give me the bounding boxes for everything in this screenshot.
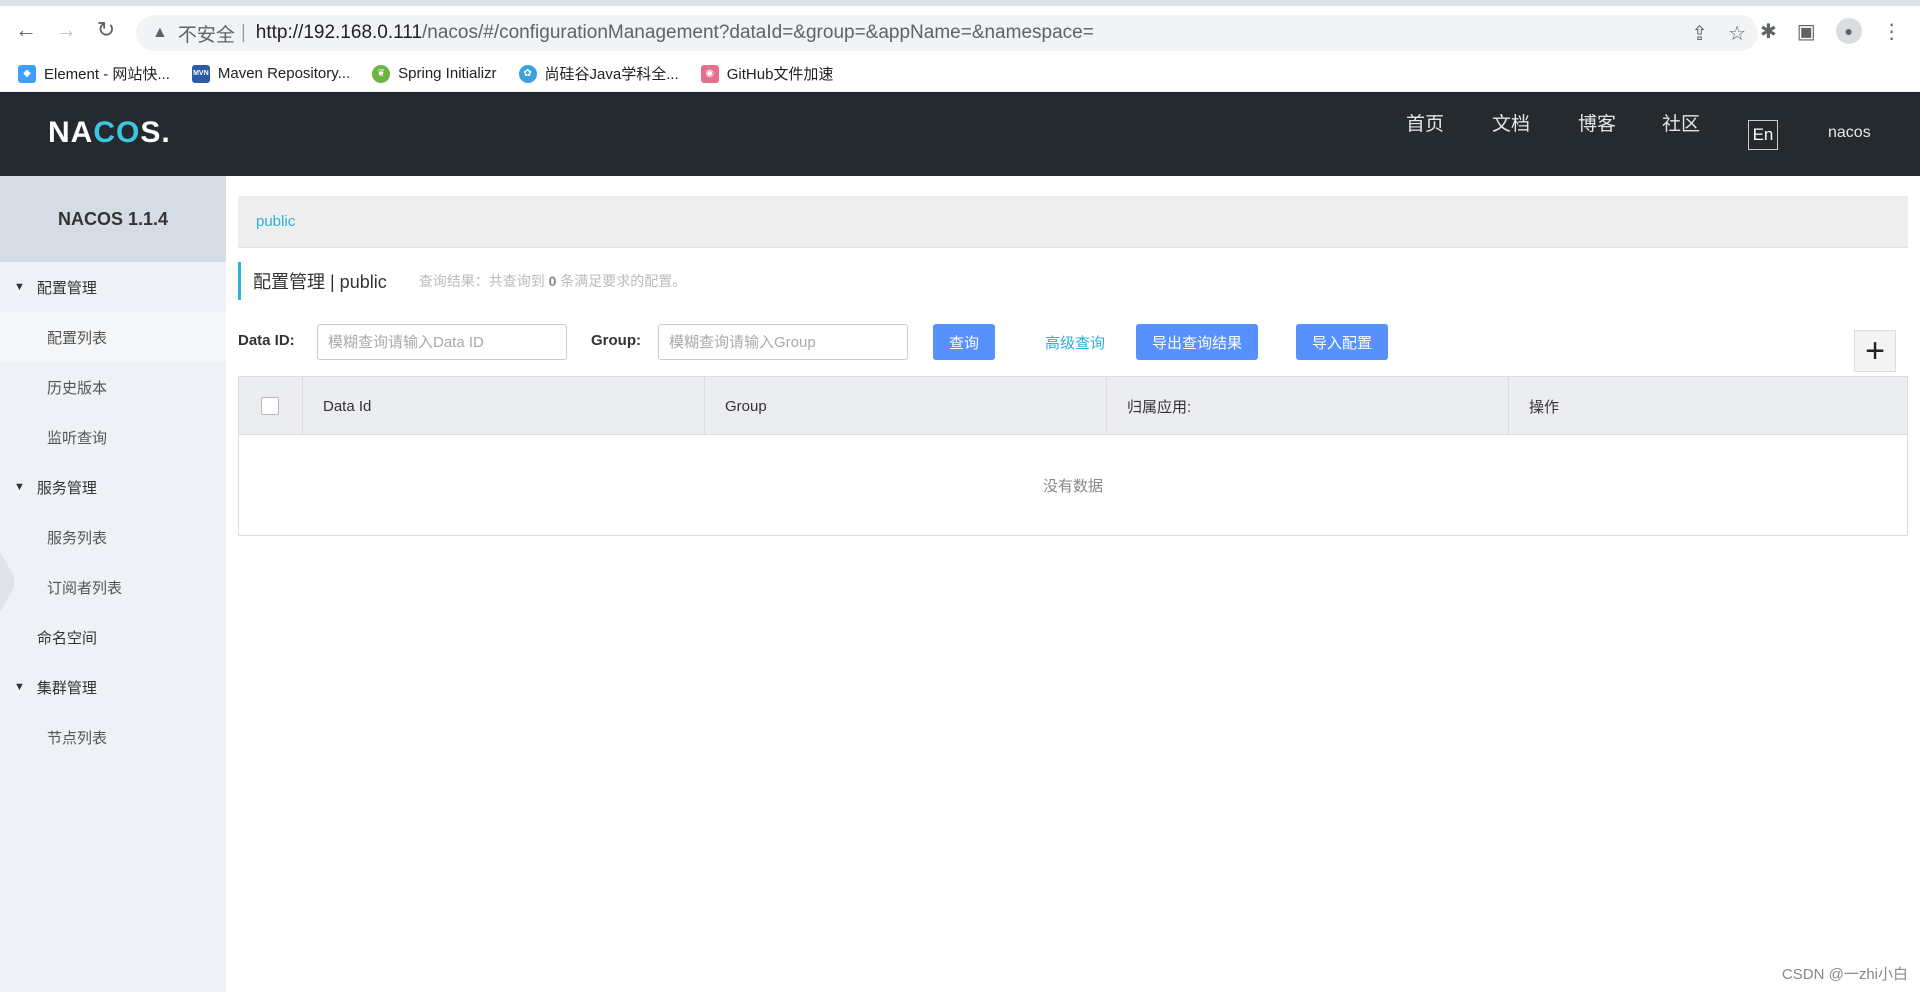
insecure-label: 不安全 [177, 24, 235, 46]
nav-blog[interactable]: 博客 [1578, 109, 1616, 136]
import-config-button[interactable]: 导入配置 [1296, 324, 1389, 360]
empty-state: 没有数据 [1042, 477, 1103, 495]
bookmarks-bar: ◆ Element - 网站快... MVN Maven Repository.… [0, 56, 1920, 92]
star-icon[interactable]: ☆ [1728, 21, 1746, 46]
query-summary: 查询结果：共查询到 0 条满足要求的配置。 [418, 273, 687, 289]
data-id-label: Data ID: [238, 332, 295, 349]
github-accel-logo-icon: ◉ [700, 64, 719, 83]
namespace-bar: public [238, 196, 1908, 248]
page-title: 配置管理 | public [253, 272, 387, 292]
main-content: public 配置管理 | public 查询结果：共查询到 0 条满足要求的配… [238, 196, 1908, 536]
advanced-query-link[interactable]: 高级查询 [1045, 332, 1105, 353]
url-host: http://192.168.0.111 [255, 22, 423, 43]
namespace-link-public[interactable]: public [256, 213, 295, 230]
sidebar-item-listener[interactable]: 监听查询 [0, 412, 226, 462]
bookmark-spring[interactable]: ❦ Spring Initializr [372, 64, 497, 83]
config-table: Data Id Group 归属应用: 操作 没有数据 [238, 376, 1908, 536]
sidebar: NACOS 1.1.4 ▼ 配置管理 配置列表 历史版本 监听查询 ▼ 服务管理… [0, 176, 226, 992]
user-name[interactable]: nacos [1828, 124, 1871, 142]
url-path: /nacos/#/configurationManagement?dataId=… [422, 22, 1094, 43]
column-app[interactable]: 归属应用: [1107, 377, 1509, 435]
bookmark-github[interactable]: ◉ GitHub文件加速 [700, 63, 833, 84]
plus-icon: + [1865, 331, 1885, 370]
menu-kebab-icon[interactable]: ⋮ [1882, 19, 1902, 44]
element-logo-icon: ◆ [18, 64, 36, 83]
warning-icon: ▲ [152, 24, 168, 41]
reload-icon[interactable]: ↻ [92, 16, 120, 44]
sidebar-item-history[interactable]: 历史版本 [0, 362, 226, 412]
sidebar-item-subscribers[interactable]: 订阅者列表 [0, 562, 226, 612]
sidebar-group-cluster[interactable]: ▼ 集群管理 [0, 662, 226, 712]
column-data-id[interactable]: Data Id [303, 377, 705, 435]
bookmark-atguigu[interactable]: ✿ 尚硅谷Java学科全... [518, 63, 679, 84]
caret-down-icon: ▼ [14, 281, 25, 293]
extensions-icon[interactable]: ✱ [1760, 19, 1777, 44]
table-header: Data Id Group 归属应用: 操作 [239, 377, 1907, 435]
bookmark-maven[interactable]: MVN Maven Repository... [191, 64, 350, 83]
caret-down-icon: ▼ [14, 681, 25, 693]
maven-logo-icon: MVN [191, 64, 210, 83]
sidebar-item-nodes[interactable]: 节点列表 [0, 712, 226, 762]
search-row: Data ID: Group: 查询 高级查询 导出查询结果 导入配置 + [238, 322, 1908, 372]
add-config-button[interactable]: + [1854, 330, 1896, 372]
profile-avatar[interactable]: ● [1835, 18, 1862, 44]
spring-logo-icon: ❦ [372, 64, 391, 83]
forward-icon[interactable]: → [52, 16, 80, 44]
sidebar-group-service[interactable]: ▼ 服务管理 [0, 462, 226, 512]
data-id-input[interactable] [317, 324, 567, 360]
group-input[interactable] [658, 324, 908, 360]
caret-down-icon: ▼ [14, 481, 25, 493]
language-toggle-button[interactable]: En [1748, 120, 1778, 150]
side-panel-icon[interactable]: ▣ [1797, 19, 1816, 44]
browser-toolbar: ← → ↻ ▲ 不安全 | http://192.168.0.111/nacos… [0, 0, 1920, 56]
page-header: 配置管理 | public 查询结果：共查询到 0 条满足要求的配置。 [238, 262, 1908, 300]
nav-docs[interactable]: 文档 [1492, 109, 1530, 136]
address-bar[interactable]: ▲ 不安全 | http://192.168.0.111/nacos/#/con… [136, 15, 1758, 51]
nacos-logo[interactable]: NACOS. [48, 116, 171, 150]
export-results-button[interactable]: 导出查询结果 [1136, 324, 1259, 360]
nav-home[interactable]: 首页 [1406, 109, 1444, 136]
watermark: CSDN @一zhi小白 [1781, 966, 1908, 983]
select-all-checkbox[interactable] [261, 397, 279, 415]
nacos-header: NACOS. 首页 文档 博客 社区 En nacos [0, 92, 1920, 176]
query-button[interactable]: 查询 [933, 324, 996, 360]
group-label: Group: [591, 332, 641, 349]
nav-community[interactable]: 社区 [1662, 109, 1700, 136]
bookmark-element[interactable]: ◆ Element - 网站快... [18, 63, 170, 84]
select-all-cell [239, 377, 303, 435]
atguigu-logo-icon: ✿ [518, 64, 537, 83]
sidebar-group-config[interactable]: ▼ 配置管理 [0, 262, 226, 312]
sidebar-item-namespace[interactable]: 命名空间 [0, 612, 226, 662]
sidebar-item-config-list[interactable]: 配置列表 [0, 312, 226, 362]
column-group[interactable]: Group [705, 377, 1107, 435]
back-icon[interactable]: ← [12, 16, 40, 44]
share-icon[interactable]: ⇪ [1691, 21, 1708, 46]
column-actions: 操作 [1529, 398, 1560, 416]
address-separator: | [240, 22, 246, 43]
sidebar-title: NACOS 1.1.4 [0, 176, 226, 262]
sidebar-item-service-list[interactable]: 服务列表 [0, 512, 226, 562]
